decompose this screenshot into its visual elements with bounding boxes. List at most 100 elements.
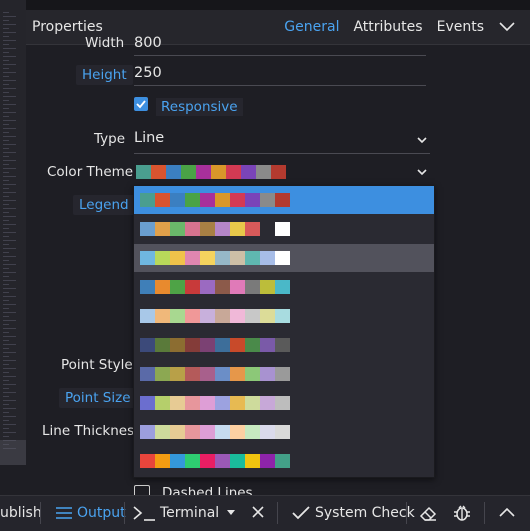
type-label: Type [94, 131, 126, 147]
color-swatch [260, 222, 275, 236]
color-swatch [241, 165, 256, 179]
minimap-line [3, 432, 16, 433]
color-theme-option[interactable] [134, 331, 434, 359]
minimap-line [3, 360, 16, 361]
minimap-line [3, 32, 16, 33]
collapse-chevron-icon[interactable] [498, 18, 516, 36]
minimap-line [3, 256, 16, 257]
minimap-line [3, 284, 9, 285]
color-swatch [275, 338, 290, 352]
minimap-line [3, 436, 9, 437]
color-swatch [275, 309, 290, 323]
color-swatch [215, 338, 230, 352]
color-swatch [260, 309, 275, 323]
color-theme-option[interactable] [134, 215, 434, 243]
width-field[interactable]: 800 [134, 35, 426, 56]
minimap-line [3, 48, 16, 49]
color-swatch [215, 367, 230, 381]
minimap-line [3, 144, 16, 145]
color-swatch [136, 165, 151, 179]
color-swatch [170, 280, 185, 294]
color-theme-option[interactable] [134, 418, 434, 446]
minimap-line [3, 444, 9, 445]
color-swatch [200, 338, 215, 352]
minimap-line [3, 216, 16, 217]
chevron-up-icon[interactable] [498, 505, 516, 519]
terminal-icon[interactable] [132, 504, 156, 522]
color-swatch [245, 222, 260, 236]
minimap-line [3, 332, 9, 333]
minimap-line [3, 380, 9, 381]
color-swatch [200, 367, 215, 381]
color-swatch [185, 454, 200, 468]
color-theme-option[interactable] [134, 302, 434, 330]
minimap-line [3, 428, 9, 429]
color-theme-option[interactable] [134, 360, 434, 388]
color-swatch [215, 425, 230, 439]
minimap-line [3, 20, 9, 21]
minimap-line [3, 340, 9, 341]
minimap-line [3, 208, 16, 209]
height-field[interactable]: 250 [134, 65, 426, 86]
minimap-line [3, 368, 16, 369]
minimap-line [3, 204, 9, 205]
output-button[interactable]: Output [77, 505, 126, 521]
type-select[interactable]: Line [134, 129, 430, 154]
minimap-line [3, 132, 9, 133]
color-swatch [200, 454, 215, 468]
bug-icon[interactable] [452, 503, 472, 523]
color-swatch [230, 309, 245, 323]
color-theme-option[interactable] [134, 273, 434, 301]
close-icon[interactable] [251, 505, 265, 519]
terminal-dropdown-icon[interactable] [226, 509, 236, 517]
minimap-line [3, 416, 16, 417]
theme-swatch-row [140, 367, 290, 381]
minimap-line [3, 24, 16, 25]
theme-swatch-row [140, 454, 290, 468]
color-swatch [245, 309, 260, 323]
color-swatch [155, 251, 170, 265]
theme-swatch-row [140, 309, 290, 323]
minimap-line [3, 88, 16, 89]
color-swatch [245, 280, 260, 294]
minimap-line [3, 156, 9, 157]
tab-attributes[interactable]: Attributes [353, 19, 422, 35]
terminal-button[interactable]: Terminal [160, 505, 219, 521]
output-icon[interactable] [55, 506, 73, 520]
color-swatch [155, 454, 170, 468]
color-theme-option[interactable] [134, 186, 434, 214]
minimap-line [3, 264, 16, 265]
color-swatch [140, 280, 155, 294]
minimap-line [3, 364, 9, 365]
tab-events[interactable]: Events [437, 19, 484, 35]
minimap-line [3, 356, 9, 357]
theme-swatch-row [140, 425, 290, 439]
minimap-line [3, 36, 9, 37]
minimap-line [3, 148, 9, 149]
minimap-line [3, 72, 16, 73]
color-swatch [275, 454, 290, 468]
check-icon[interactable] [292, 506, 310, 520]
minimap-line [3, 180, 9, 181]
color-swatch [155, 338, 170, 352]
color-theme-option[interactable] [134, 389, 434, 417]
publish-button[interactable]: ublish [0, 505, 42, 521]
color-swatch [140, 309, 155, 323]
minimap-line [3, 228, 9, 229]
color-theme-option[interactable] [134, 244, 434, 272]
bottom-toolbar: ublish Output Terminal System Check [0, 495, 530, 531]
color-theme-option[interactable] [134, 447, 434, 475]
minimap-line [3, 60, 9, 61]
color-swatch [155, 309, 170, 323]
eraser-icon[interactable] [418, 503, 438, 523]
color-swatch [230, 396, 245, 410]
color-theme-select[interactable] [134, 161, 430, 186]
responsive-checkbox[interactable] [134, 97, 148, 111]
system-check-button[interactable]: System Check [315, 505, 415, 521]
legend-label: Legend [73, 195, 135, 215]
tab-general[interactable]: General [284, 19, 339, 35]
minimap-line [3, 372, 9, 373]
color-swatch [200, 396, 215, 410]
color-swatch [200, 193, 215, 207]
minimap-line [3, 260, 9, 261]
